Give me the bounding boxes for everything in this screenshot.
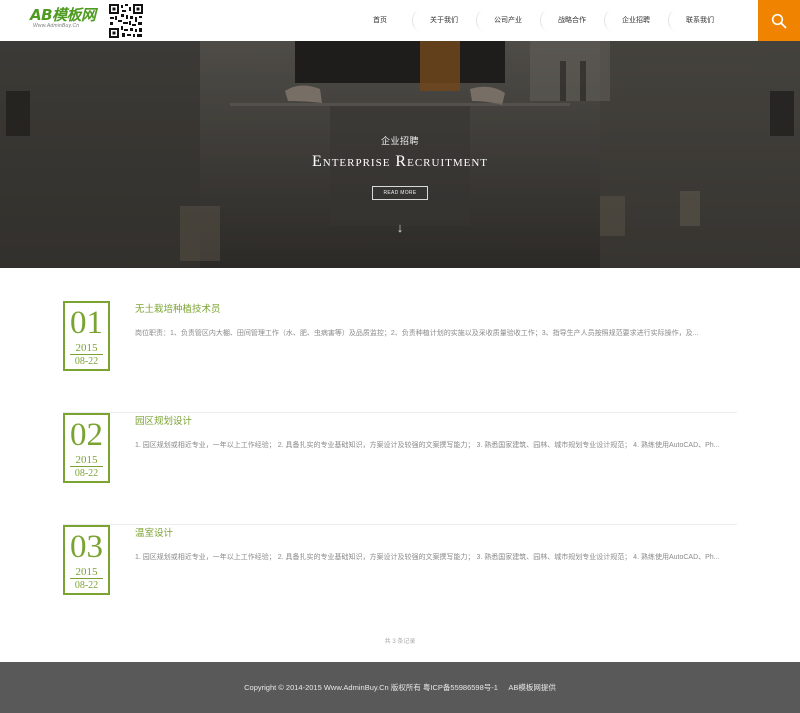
job-description: 1. 园区规划或相近专业，一年以上工作经验； 2. 具备扎实的专业基础知识，方案… (135, 554, 720, 561)
nav-item-recruitment[interactable]: 企业招聘 (604, 0, 668, 41)
site-footer: Copyright © 2014-2015 Www.AdminBuy.Cn 版权… (0, 662, 800, 713)
nav-item-contact[interactable]: 联系我们 (668, 0, 732, 41)
logo-subtext: Www.AdminBuy.Cn (33, 23, 80, 29)
job-description: 1. 园区规划或相近专业，一年以上工作经验； 2. 具备扎实的专业基础知识，方案… (135, 442, 720, 449)
hero-banner: 企业招聘 Enterprise Recruitment READ MORE ↓ (0, 41, 800, 268)
date-badge: 03 2015 08-22 (63, 525, 110, 595)
site-header: AB模板网 Www.AdminBuy.Cn 首页 关于我们 公司产业 战略合作 … (0, 0, 800, 41)
list-item: 03 2015 08-22 温室设计 1. 园区规划或相近专业，一年以上工作经验… (63, 525, 737, 605)
date-badge: 01 2015 08-22 (63, 301, 110, 371)
list-item: 01 2015 08-22 无土栽培种植技术员 岗位职责：1、负责管区内大棚、田… (63, 301, 737, 413)
item-number: 01 (70, 305, 103, 341)
item-date: 08-22 (74, 580, 99, 591)
site-logo[interactable]: AB模板网 Www.AdminBuy.Cn (30, 8, 102, 34)
job-title-link[interactable]: 温室设计 (135, 525, 173, 539)
search-icon (771, 13, 787, 28)
list-item: 02 2015 08-22 园区规划设计 1. 园区规划或相近专业，一年以上工作… (63, 413, 737, 525)
logo-text: AB模板网 (30, 6, 96, 24)
search-button[interactable] (758, 0, 800, 41)
item-year: 2015 (70, 566, 103, 579)
nav-item-home[interactable]: 首页 (348, 0, 412, 41)
banner-subtitle: Enterprise Recruitment (311, 153, 488, 170)
pagination-info: 共 3 条记录 (384, 639, 416, 645)
nav-item-cooperation[interactable]: 战略合作 (540, 0, 604, 41)
copyright-text: Copyright © 2014-2015 Www.AdminBuy.Cn 版权… (244, 683, 498, 692)
footer-text: Copyright © 2014-2015 Www.AdminBuy.Cn 版权… (0, 682, 800, 693)
read-more-button[interactable]: READ MORE (372, 186, 428, 200)
qr-code-icon (108, 3, 144, 39)
job-title-link[interactable]: 园区规划设计 (135, 413, 192, 427)
job-title-link[interactable]: 无土栽培种植技术员 (135, 301, 221, 315)
item-date: 08-22 (74, 356, 99, 367)
nav-item-about[interactable]: 关于我们 (412, 0, 476, 41)
nav-item-industry[interactable]: 公司产业 (476, 0, 540, 41)
banner-title: 企业招聘 (380, 136, 419, 146)
item-number: 03 (70, 529, 103, 565)
item-date: 08-22 (74, 468, 99, 479)
footer-credit-link[interactable]: AB模板网提供 (508, 683, 556, 692)
date-badge: 02 2015 08-22 (63, 413, 110, 483)
item-year: 2015 (70, 454, 103, 467)
item-number: 02 (70, 417, 103, 453)
item-year: 2015 (70, 342, 103, 355)
down-arrow-icon[interactable]: ↓ (395, 221, 405, 234)
main-nav: 首页 关于我们 公司产业 战略合作 企业招聘 联系我们 (348, 0, 732, 41)
job-description: 岗位职责：1、负责管区内大棚、田间管理工作（水、肥、虫病害等）及品质监控；2、负… (135, 330, 699, 337)
